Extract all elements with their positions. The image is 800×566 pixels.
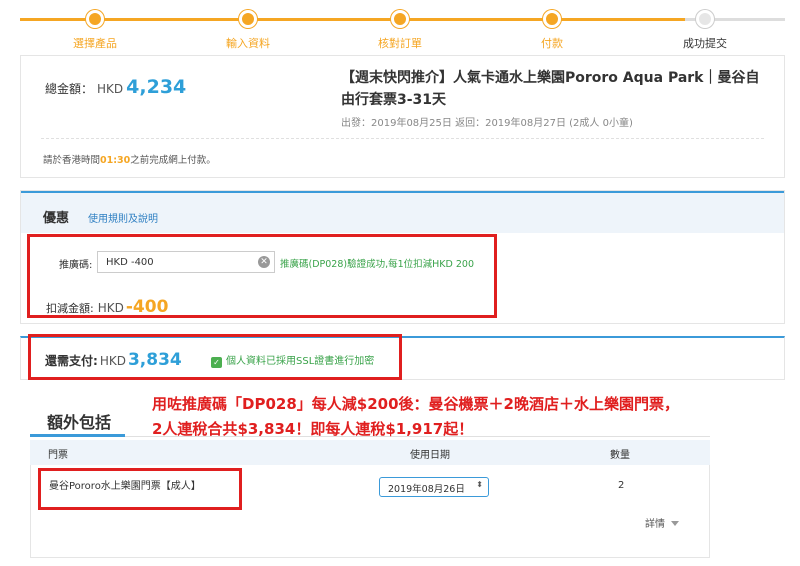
ticket-qty: 2 [618, 480, 625, 491]
date-select[interactable]: 2019年08月26日 ⬍ [379, 477, 489, 497]
deadline-suffix: 之前完成網上付款。 [130, 155, 216, 166]
discount-header: 優惠 使用規則及說明 [21, 191, 784, 233]
step-dot [391, 10, 409, 28]
details-label: 詳情 [645, 519, 665, 530]
rules-link[interactable]: 使用規則及說明 [88, 210, 158, 225]
total-currency: HKD [97, 82, 124, 96]
step-dot [86, 10, 104, 28]
annotation-line-2: 2人連稅合共$3,834！即每人連稅$1,917起！ [152, 420, 474, 438]
discount-title: 優惠 [43, 211, 70, 226]
order-summary: 總金額： HKD 4,234 【週末快閃推介】人氣卡通水上樂園Pororo Aqua… [20, 55, 785, 178]
date-select-value: 2019年08月26日 [388, 484, 465, 495]
step-review-order: 核對訂單 [340, 10, 460, 51]
discount-header-accent [21, 191, 116, 193]
deadline-time: 01:30 [100, 155, 131, 166]
ticket-highlight-box [38, 468, 242, 510]
chevron-down-icon [671, 521, 679, 526]
step-payment: 付款 [492, 10, 612, 51]
progress-stepper: 選擇產品 輸入資料 核對訂單 付款 成功提交 [20, 0, 785, 50]
step-label: 選擇產品 [73, 37, 117, 50]
step-label: 成功提交 [683, 37, 727, 50]
promo-annotation: 用咗推廣碼「DP028」每人減$200後：曼谷機票＋2晚酒店＋水上樂園門票， 2… [152, 392, 792, 442]
step-label: 核對訂單 [378, 37, 422, 50]
deadline-prefix: 請於香港時間 [43, 155, 101, 166]
product-title: 【週末快閃推介】人氣卡通水上樂園Pororo Aqua Park｜曼谷自由行套票… [341, 70, 760, 108]
payment-deadline: 請於香港時間01:30之前完成網上付款。 [43, 152, 216, 166]
step-enter-info: 輸入資料 [188, 10, 308, 51]
header-ticket: 門票 [48, 450, 68, 461]
step-dot [543, 10, 561, 28]
promo-highlight-box [27, 234, 497, 318]
summary-divider [41, 138, 764, 139]
step-dot [696, 10, 714, 28]
extras-table-header: 門票 使用日期 數量 [30, 440, 710, 465]
header-qty: 數量 [610, 450, 630, 461]
step-label: 輸入資料 [226, 37, 270, 50]
total-label: 總金額： [45, 82, 94, 96]
step-select-product: 選擇產品 [35, 10, 155, 51]
total-amount-row: 總金額： HKD 4,234 [45, 76, 186, 98]
step-submitted: 成功提交 [645, 10, 765, 51]
amount-due-highlight-box [28, 334, 402, 380]
details-toggle[interactable]: 詳情 [645, 515, 679, 530]
step-label: 付款 [541, 37, 563, 50]
extras-tab-accent [30, 434, 125, 437]
extras-title: 額外包括 [47, 413, 112, 432]
step-dot [239, 10, 257, 28]
annotation-line-1: 用咗推廣碼「DP028」每人減$200後：曼谷機票＋2晚酒店＋水上樂園門票， [152, 395, 679, 413]
total-amount: 4,234 [126, 76, 187, 98]
up-down-icon: ⬍ [476, 480, 483, 489]
header-date: 使用日期 [410, 450, 450, 461]
travel-dates: 出發：2019年08月25日 返回：2019年08月27日 (2成人 0小童) [341, 118, 633, 129]
